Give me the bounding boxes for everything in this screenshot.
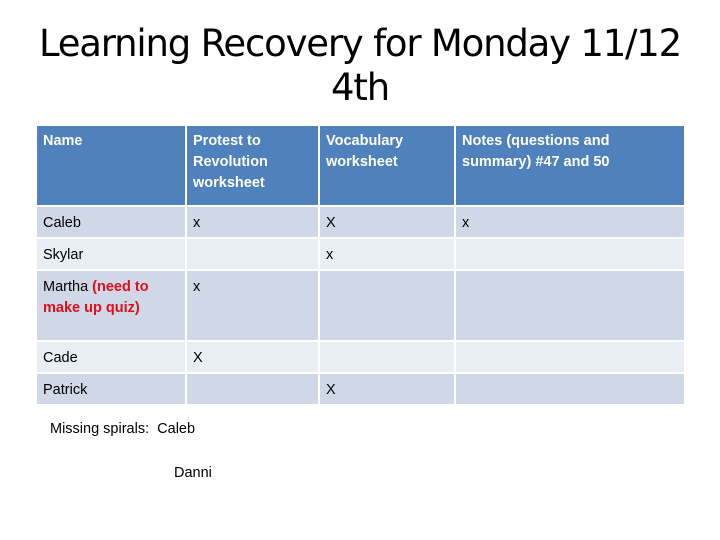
missing-spirals-name-2: Danni bbox=[174, 465, 212, 481]
cell-vocab bbox=[320, 271, 456, 342]
recovery-table: Name Protest to Revolution worksheet Voc… bbox=[37, 126, 684, 406]
slide-title: Learning Recovery for Monday 11/12 4th bbox=[0, 22, 720, 110]
student-name: Martha bbox=[43, 279, 89, 295]
student-name: Skylar bbox=[43, 247, 84, 263]
cell-notes bbox=[456, 271, 684, 342]
cell-notes: x bbox=[456, 207, 684, 239]
cell-protest: X bbox=[187, 342, 320, 374]
header-notes: Notes (questions and summary) #47 and 50 bbox=[456, 126, 684, 207]
student-name: Patrick bbox=[43, 382, 88, 398]
cell-protest: x bbox=[187, 271, 320, 342]
table-row: Patrick X bbox=[37, 374, 684, 406]
header-name: Name bbox=[37, 126, 187, 207]
table-header-row: Name Protest to Revolution worksheet Voc… bbox=[37, 126, 684, 207]
table-row: Caleb x X x bbox=[37, 207, 684, 239]
student-name: Cade bbox=[43, 350, 78, 366]
cell-name: Martha (need to make up quiz) bbox=[37, 271, 187, 342]
cell-notes bbox=[456, 374, 684, 406]
cell-name: Cade bbox=[37, 342, 187, 374]
cell-vocab bbox=[320, 342, 456, 374]
cell-notes bbox=[456, 239, 684, 271]
cell-vocab: X bbox=[320, 374, 456, 406]
table-row: Skylar x bbox=[37, 239, 684, 271]
table-row: Cade X bbox=[37, 342, 684, 374]
header-protest-worksheet: Protest to Revolution worksheet bbox=[187, 126, 320, 207]
header-vocabulary-worksheet: Vocabulary worksheet bbox=[320, 126, 456, 207]
table-row: Martha (need to make up quiz) x bbox=[37, 271, 684, 342]
cell-protest bbox=[187, 239, 320, 271]
cell-protest bbox=[187, 374, 320, 406]
slide-title-line-2: 4th bbox=[331, 66, 390, 109]
student-name: Caleb bbox=[43, 215, 81, 231]
cell-name: Skylar bbox=[37, 239, 187, 271]
missing-spirals-label: Missing spirals: Caleb bbox=[50, 421, 196, 437]
cell-vocab: X bbox=[320, 207, 456, 239]
cell-vocab: x bbox=[320, 239, 456, 271]
cell-notes bbox=[456, 342, 684, 374]
cell-name: Patrick bbox=[37, 374, 187, 406]
slide-title-line-1: Learning Recovery for Monday 11/12 bbox=[38, 22, 682, 65]
cell-name: Caleb bbox=[37, 207, 187, 239]
cell-protest: x bbox=[187, 207, 320, 239]
